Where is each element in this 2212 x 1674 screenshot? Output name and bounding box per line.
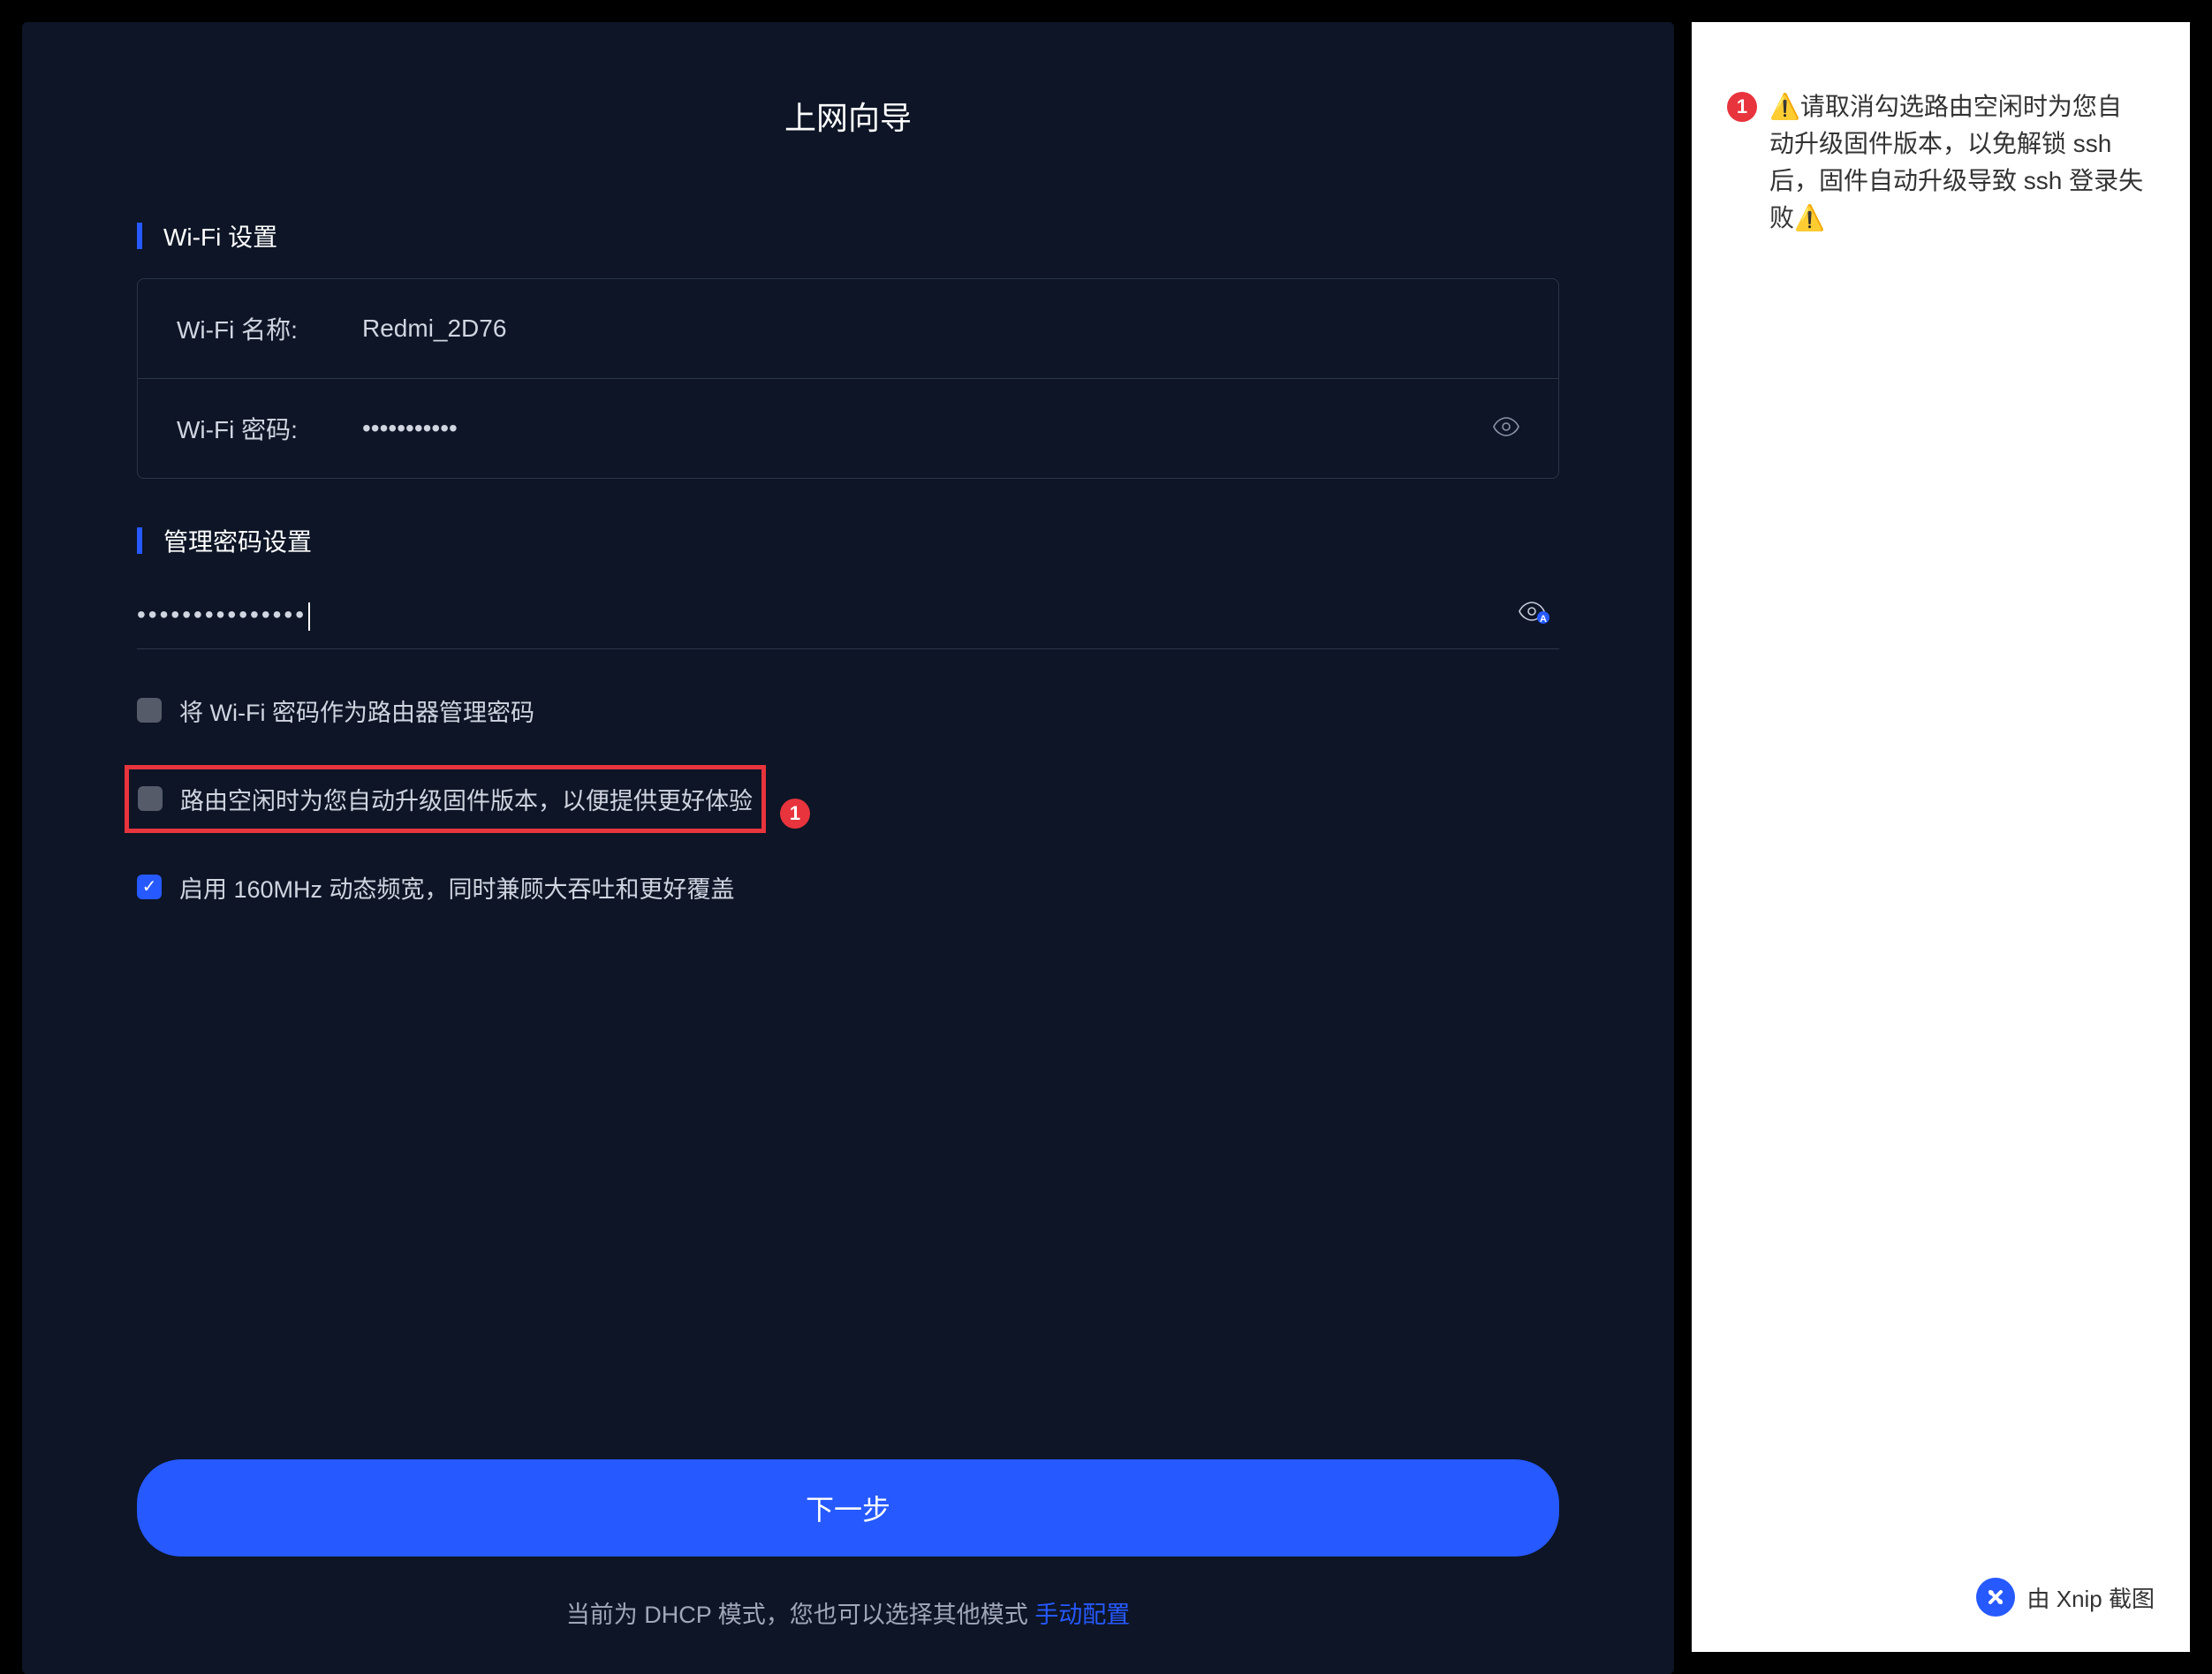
checkbox-label: 将 Wi-Fi 密码作为路由器管理密码 [179,693,534,728]
wifi-field-group: Wi-Fi 名称: Wi-Fi 密码: ••••••••••• [137,278,1559,479]
admin-password-row: ••••••••••••••• A [137,583,1559,649]
wifi-password-row: Wi-Fi 密码: ••••••••••• [138,379,1558,478]
checkbox-use-wifi-password[interactable]: 将 Wi-Fi 密码作为路由器管理密码 [137,693,1559,728]
admin-section-header: 管理密码设置 [137,523,1559,558]
eye-auto-icon[interactable]: A [1519,602,1550,629]
checkbox-enable-160mhz[interactable]: ✓ 启用 160MHz 动态频宽，同时兼顾大吞吐和更好覆盖 [137,870,1559,905]
annotation-badge-1: 1 [780,799,810,829]
annotation-item-1: 1 ⚠️请取消勾选路由空闲时为您自动升级固件版本，以免解锁 ssh 后，固件自动… [1727,88,2146,237]
wifi-name-label: Wi-Fi 名称: [177,311,362,346]
checkbox-icon [138,786,163,811]
check-icon: ✓ [142,878,157,896]
wifi-name-row: Wi-Fi 名称: [138,279,1558,379]
annotation-badge: 1 [1727,92,1757,122]
text-cursor [308,602,310,631]
wifi-password-label: Wi-Fi 密码: [177,411,362,446]
wifi-name-input[interactable] [362,314,1519,343]
flex-spacer [137,942,1559,1459]
page-title: 上网向导 [137,93,1559,139]
annotation-text: ⚠️请取消勾选路由空闲时为您自动升级固件版本，以免解锁 ssh 后，固件自动升级… [1769,88,2146,237]
checkbox-label: 路由空闲时为您自动升级固件版本，以便提供更好体验 [180,782,753,816]
wifi-password-input[interactable]: ••••••••••• [362,414,1519,443]
manual-config-link[interactable]: 手动配置 [1034,1602,1130,1628]
annotation-panel: 1 ⚠️请取消勾选路由空闲时为您自动升级固件版本，以免解锁 ssh 后，固件自动… [1692,22,2190,1652]
eye-icon[interactable] [1493,417,1519,441]
checkbox-icon [137,698,162,723]
section-accent-bar [137,527,142,554]
checkbox-auto-upgrade[interactable]: 路由空闲时为您自动升级固件版本，以便提供更好体验 [125,765,766,833]
footer-mode-text: 当前为 DHCP 模式，您也可以选择其他模式 手动配置 [137,1595,1559,1630]
highlighted-checkbox-wrapper: 路由空闲时为您自动升级固件版本，以便提供更好体验 1 [137,765,1559,863]
svg-text:A: A [1540,614,1547,625]
wifi-section-header: Wi-Fi 设置 [137,218,1559,254]
admin-password-input[interactable]: ••••••••••••••• [137,601,1559,631]
admin-section-title: 管理密码设置 [163,523,312,558]
next-button[interactable]: 下一步 [137,1459,1559,1557]
checkbox-label: 启用 160MHz 动态频宽，同时兼顾大吞吐和更好覆盖 [179,870,735,905]
xnip-icon [1976,1578,2015,1617]
checkbox-icon: ✓ [137,875,162,899]
watermark-text: 由 Xnip 截图 [2027,1581,2155,1614]
xnip-watermark: 由 Xnip 截图 [1976,1578,2155,1617]
setup-wizard-panel: 上网向导 Wi-Fi 设置 Wi-Fi 名称: Wi-Fi 密码: ••••••… [22,22,1674,1674]
section-accent-bar [137,223,142,249]
wifi-section-title: Wi-Fi 设置 [163,218,277,254]
